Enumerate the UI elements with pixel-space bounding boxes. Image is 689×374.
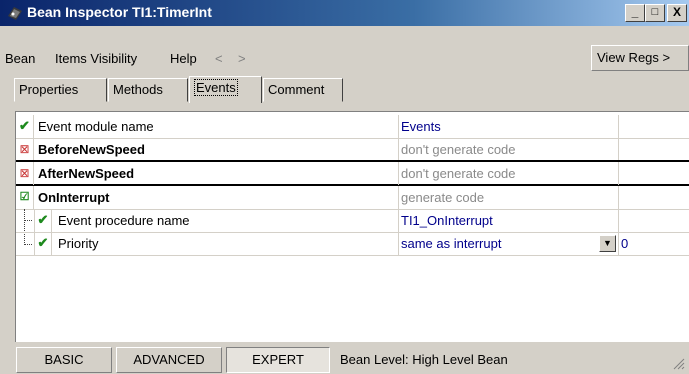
bean-icon — [8, 7, 22, 20]
row-value[interactable]: generate code — [398, 186, 618, 209]
table-row-event-procedure-name[interactable]: ✔ Event procedure name TI1_OnInterrupt — [16, 209, 689, 233]
tab-properties-label: Properties — [19, 82, 79, 97]
table-row-event-module-name[interactable]: ✔ Event module name Events — [16, 115, 689, 139]
row-name: BeforeNewSpeed — [38, 142, 145, 157]
row-value[interactable]: same as interrupt — [398, 232, 618, 255]
tab-events-label: Events — [194, 79, 238, 96]
bean-inspector-window: Bean Inspector TI1:TimerInt _ □ X Bean I… — [0, 0, 689, 374]
tab-comment[interactable]: Comment — [263, 78, 343, 102]
row-name: Event module name — [38, 119, 154, 134]
window-title: Bean Inspector TI1:TimerInt — [27, 4, 212, 20]
tab-properties[interactable]: Properties — [14, 78, 107, 102]
table-row-priority[interactable]: ✔ Priority same as interrupt ▼ 0 — [16, 232, 689, 256]
bean-level-label: Bean Level: High Level Bean — [340, 352, 508, 367]
tab-events[interactable]: Events — [189, 76, 262, 103]
check-icon: ✔ — [34, 209, 52, 232]
row-value[interactable]: don't generate code — [398, 138, 618, 161]
row-name: Priority — [58, 236, 99, 251]
close-button[interactable]: X — [667, 4, 687, 22]
row-value[interactable]: don't generate code — [398, 162, 618, 185]
back-arrow[interactable]: < — [215, 51, 223, 66]
dropdown-arrow-icon[interactable]: ▼ — [599, 235, 616, 252]
check-box-icon: ☑ — [16, 186, 34, 209]
row-extra[interactable]: 0 — [618, 232, 689, 255]
tab-comment-label: Comment — [268, 82, 325, 97]
row-name: AfterNewSpeed — [38, 166, 135, 181]
expert-button[interactable]: EXPERT — [226, 347, 330, 373]
advanced-button[interactable]: ADVANCED — [116, 347, 222, 373]
menu-bean[interactable]: Bean — [5, 51, 35, 66]
row-extra — [618, 138, 689, 161]
table-row-before-new-speed[interactable]: ⊠ BeforeNewSpeed don't generate code — [16, 138, 689, 162]
row-name: Event procedure name — [58, 213, 190, 228]
row-name: OnInterrupt — [38, 190, 110, 205]
menu-bar: Bean Items Visibility Help < > — [0, 46, 689, 72]
view-regs-button[interactable]: View Regs > — [591, 45, 689, 71]
forward-arrow[interactable]: > — [238, 51, 246, 66]
row-value[interactable]: Events — [398, 115, 618, 138]
resize-grip-icon[interactable] — [673, 358, 685, 370]
tab-methods-label: Methods — [113, 82, 163, 97]
menu-items-visibility[interactable]: Items Visibility — [55, 51, 137, 66]
row-value[interactable]: TI1_OnInterrupt — [398, 209, 618, 232]
event-grid: ✔ Event module name Events ⊠ BeforeNewSp… — [15, 111, 689, 342]
row-extra — [618, 186, 689, 209]
title-bar[interactable]: Bean Inspector TI1:TimerInt _ □ X — [0, 0, 689, 26]
row-extra — [618, 162, 689, 185]
row-extra — [618, 115, 689, 138]
check-icon: ✔ — [16, 115, 34, 138]
x-box-icon: ⊠ — [16, 138, 34, 161]
check-icon: ✔ — [34, 232, 52, 255]
status-bar: BASIC ADVANCED EXPERT Bean Level: High L… — [0, 346, 689, 374]
maximize-button[interactable]: □ — [645, 4, 665, 22]
table-row-on-interrupt[interactable]: ☑ OnInterrupt generate code — [16, 186, 689, 210]
row-extra — [618, 209, 689, 232]
x-box-icon: ⊠ — [16, 162, 34, 185]
tab-methods[interactable]: Methods — [108, 78, 188, 102]
table-row-after-new-speed[interactable]: ⊠ AfterNewSpeed don't generate code — [16, 160, 689, 186]
minimize-button[interactable]: _ — [625, 4, 645, 22]
menu-help[interactable]: Help — [170, 51, 197, 66]
basic-button[interactable]: BASIC — [16, 347, 112, 373]
